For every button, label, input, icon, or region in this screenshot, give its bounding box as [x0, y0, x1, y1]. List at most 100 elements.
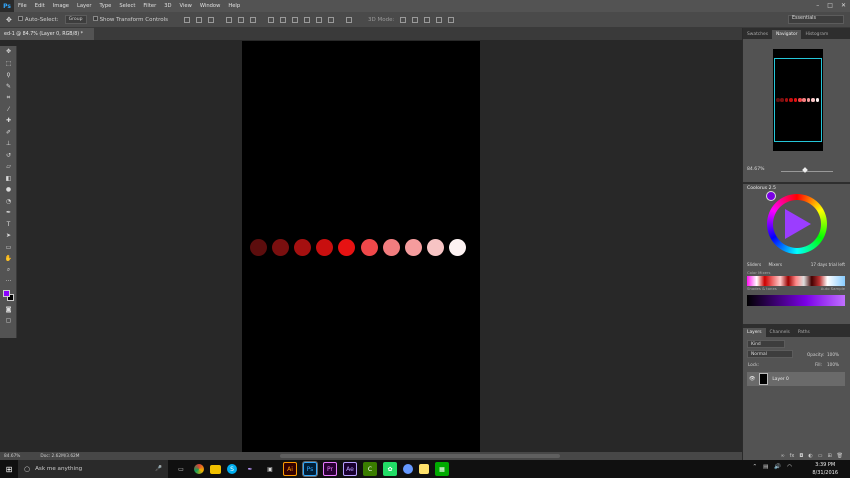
brush-tool-icon[interactable]: ✐: [0, 127, 17, 139]
illustrator-icon[interactable]: Ai: [283, 462, 297, 476]
lasso-tool-icon[interactable]: ϙ: [0, 69, 17, 81]
distribute-center-icon[interactable]: [316, 16, 323, 23]
tab-histogram[interactable]: Histogram: [801, 30, 832, 39]
wifi-icon[interactable]: ◠: [787, 464, 792, 470]
navigator-zoom[interactable]: 84.67%: [747, 167, 765, 172]
tab-mixers[interactable]: Mixers: [768, 262, 782, 267]
visibility-eye-icon[interactable]: 👁: [749, 376, 755, 382]
align-left-icon[interactable]: [226, 16, 233, 23]
marquee-tool-icon[interactable]: ⬚: [0, 58, 17, 70]
photoshop-taskbar-icon[interactable]: Ps: [302, 461, 318, 477]
healing-tool-icon[interactable]: ✚: [0, 115, 17, 127]
close-icon[interactable]: ✕: [841, 2, 846, 9]
taskbar-clock[interactable]: 3:39 PM 8/31/2016: [812, 461, 838, 477]
layer-row[interactable]: 👁 Layer 0: [747, 372, 845, 386]
distribute-right-icon[interactable]: [328, 16, 335, 23]
document-tab[interactable]: ed-1 @ 84.7% (Layer 0, RGB/8) *: [0, 28, 94, 40]
auto-sample-label[interactable]: Auto Sample: [821, 286, 845, 291]
kind-filter[interactable]: Kind: [747, 340, 785, 348]
gradient-tool-icon[interactable]: ◧: [0, 173, 17, 185]
menu-3d[interactable]: 3D: [160, 3, 175, 9]
opacity-value[interactable]: 100%: [827, 352, 839, 357]
zoom-tool-icon[interactable]: ⌕: [0, 265, 17, 277]
foreground-color[interactable]: [3, 289, 10, 297]
auto-select-checkbox[interactable]: Auto-Select:: [17, 16, 59, 23]
menu-help[interactable]: Help: [224, 3, 244, 9]
microphone-icon[interactable]: 🎤: [155, 466, 162, 472]
shades-strip[interactable]: [747, 295, 845, 306]
new-group-icon[interactable]: ▭: [818, 453, 823, 459]
orbit-3d-icon[interactable]: [400, 16, 407, 23]
color-triangle[interactable]: [785, 209, 811, 239]
move-tool-icon[interactable]: ✥: [0, 46, 17, 58]
layer-name[interactable]: Layer 0: [772, 377, 788, 382]
menu-type[interactable]: Type: [95, 3, 115, 9]
trash-icon[interactable]: 🗑: [837, 453, 843, 459]
align-right-icon[interactable]: [250, 16, 257, 23]
menu-view[interactable]: View: [176, 3, 196, 9]
align-top-icon[interactable]: [184, 16, 191, 23]
pan-3d-icon[interactable]: [424, 16, 431, 23]
new-layer-icon[interactable]: ⊞: [827, 453, 831, 459]
color-mixer-strip[interactable]: [747, 276, 845, 286]
distribute-middle-icon[interactable]: [280, 16, 287, 23]
doc-size[interactable]: Doc: 2.62M/3.62M: [40, 454, 79, 459]
auto-align-icon[interactable]: [346, 16, 353, 23]
layer-thumbnail[interactable]: [759, 373, 769, 385]
menu-file[interactable]: File: [14, 3, 31, 9]
path-select-tool-icon[interactable]: ➤: [0, 230, 17, 242]
stamp-tool-icon[interactable]: ⊥: [0, 138, 17, 150]
navigator-zoom-slider[interactable]: [781, 171, 833, 172]
shape-tool-icon[interactable]: ▭: [0, 242, 17, 254]
color-wheel[interactable]: [767, 194, 827, 254]
after-effects-icon[interactable]: Ae: [343, 462, 357, 476]
menu-window[interactable]: Window: [196, 3, 224, 9]
menu-image[interactable]: Image: [49, 3, 73, 9]
fx-icon[interactable]: fx: [790, 453, 795, 459]
distribute-top-icon[interactable]: [268, 16, 275, 23]
tab-navigator[interactable]: Navigator: [771, 30, 802, 39]
dodge-tool-icon[interactable]: ◔: [0, 196, 17, 208]
group-select[interactable]: Group: [64, 15, 87, 24]
workspace-select[interactable]: Essentials: [788, 15, 844, 24]
transform-checkbox[interactable]: Show Transform Controls: [92, 16, 168, 23]
screen-mode-icon[interactable]: ▢: [0, 315, 17, 327]
crop-tool-icon[interactable]: ⌗: [0, 92, 17, 104]
app-icon-green2[interactable]: ▦: [435, 462, 449, 476]
skype-icon[interactable]: S: [227, 464, 237, 474]
premiere-icon[interactable]: Pr: [323, 462, 337, 476]
mask-icon[interactable]: ◘: [799, 453, 803, 459]
zoom-level[interactable]: 84.67%: [4, 454, 20, 459]
quick-mask-icon[interactable]: ◙: [0, 304, 17, 316]
menu-layer[interactable]: Layer: [73, 3, 95, 9]
cortana-search[interactable]: ○ Ask me anything 🎤: [18, 460, 168, 478]
roll-3d-icon[interactable]: [412, 16, 419, 23]
minimize-icon[interactable]: –: [816, 2, 819, 9]
hand-tool-icon[interactable]: ✋: [0, 253, 17, 265]
blend-mode-select[interactable]: Normal: [747, 350, 793, 358]
document-canvas[interactable]: [242, 41, 480, 452]
chrome-icon[interactable]: [194, 464, 204, 474]
task-view-icon[interactable]: ▭: [174, 462, 188, 476]
ps-logo[interactable]: Ps: [0, 0, 14, 12]
media-app-icon[interactable]: ▣: [263, 462, 277, 476]
app-icon-blue[interactable]: [403, 464, 413, 474]
slide-3d-icon[interactable]: [436, 16, 443, 23]
color-swatches[interactable]: [0, 288, 17, 304]
history-brush-tool-icon[interactable]: ↺: [0, 150, 17, 162]
align-bottom-icon[interactable]: [208, 16, 215, 23]
navigator-view-box[interactable]: [774, 58, 822, 142]
tab-swatches[interactable]: Swatches: [743, 30, 772, 39]
feather-app-icon[interactable]: ✒: [243, 462, 257, 476]
type-tool-icon[interactable]: T: [0, 219, 17, 231]
menu-filter[interactable]: Filter: [139, 3, 160, 9]
menu-edit[interactable]: Edit: [31, 3, 49, 9]
distribute-left-icon[interactable]: [304, 16, 311, 23]
blur-tool-icon[interactable]: ●: [0, 184, 17, 196]
more-tools-icon[interactable]: ···: [0, 276, 17, 288]
camtasia-icon[interactable]: C: [363, 462, 377, 476]
tab-sliders[interactable]: Sliders: [747, 262, 761, 267]
tab-channels[interactable]: Channels: [766, 328, 794, 337]
scale-3d-icon[interactable]: [448, 16, 455, 23]
horizontal-scrollbar[interactable]: [280, 454, 560, 458]
